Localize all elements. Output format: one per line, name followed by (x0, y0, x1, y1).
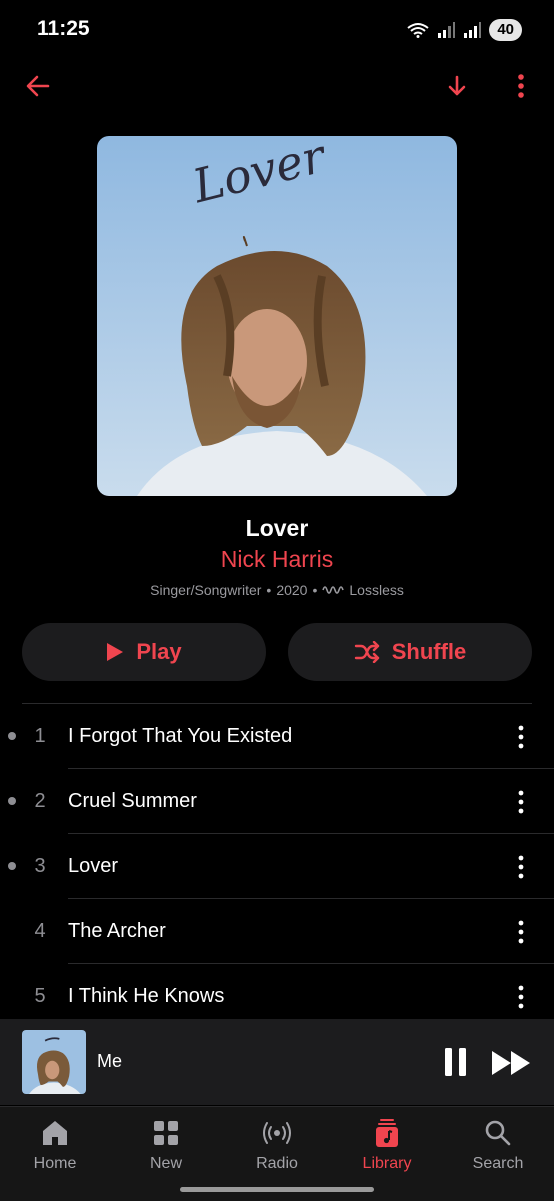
status-time: 11:25 (37, 17, 90, 40)
more-vertical-icon[interactable] (514, 985, 528, 1009)
home-indicator (180, 1187, 374, 1192)
play-icon (107, 643, 124, 661)
lossless-icon (322, 586, 345, 594)
meta-separator: • (266, 582, 272, 598)
played-dot-icon (8, 862, 16, 870)
shuffle-icon (354, 641, 379, 663)
track-title: Lover (68, 855, 119, 877)
track-row[interactable]: 4 The Archer (0, 899, 554, 964)
track-row[interactable]: 3 Lover (0, 834, 554, 899)
mini-player-artwork (22, 1030, 86, 1094)
tab-label: New (149, 1155, 182, 1172)
signal-icon (438, 22, 456, 38)
more-vertical-icon[interactable] (514, 790, 528, 814)
fast-forward-icon[interactable] (490, 1049, 534, 1077)
radio-icon (263, 1122, 291, 1144)
tab-search[interactable]: Search (443, 1117, 553, 1173)
tab-home[interactable]: Home (0, 1117, 110, 1173)
pause-icon[interactable] (443, 1047, 469, 1077)
arrow-down-icon[interactable] (444, 72, 470, 100)
battery-indicator: 40 (489, 19, 522, 41)
track-number: 1 (34, 725, 46, 747)
library-icon (376, 1119, 398, 1147)
tab-library[interactable]: Library (332, 1117, 442, 1173)
shuffle-label: Shuffle (391, 639, 467, 664)
wifi-icon (407, 23, 429, 38)
tab-label: Home (33, 1155, 77, 1172)
track-title: I Forgot That You Existed (68, 725, 293, 747)
mini-player[interactable]: Me (0, 1019, 554, 1105)
album-artist-link[interactable]: Nick Harris (0, 546, 554, 573)
shuffle-button[interactable]: Shuffle (288, 623, 532, 681)
more-vertical-icon[interactable] (508, 72, 534, 100)
track-row[interactable]: 1 I Forgot That You Existed (0, 704, 554, 769)
track-number: 2 (34, 790, 46, 812)
play-button[interactable]: Play (22, 623, 266, 681)
grid-icon (154, 1121, 178, 1145)
more-vertical-icon[interactable] (514, 920, 528, 944)
home-icon (43, 1121, 67, 1145)
tab-label: Search (472, 1155, 524, 1172)
played-dot-icon (8, 797, 16, 805)
meta-separator: • (312, 582, 318, 598)
track-title: The Archer (68, 920, 166, 942)
album-artwork: Lover (97, 136, 457, 496)
album-title: Lover (245, 515, 309, 541)
arrow-left-icon[interactable] (24, 72, 52, 100)
top-nav (0, 60, 554, 110)
album-quality: Lossless (349, 582, 404, 598)
played-dot-icon (8, 732, 16, 740)
album-meta: Singer/Songwriter • 2020 • Lossless (0, 582, 554, 598)
more-vertical-icon[interactable] (514, 855, 528, 879)
tab-new[interactable]: New (111, 1117, 221, 1173)
tab-radio[interactable]: Radio (222, 1117, 332, 1173)
track-title: Cruel Summer (68, 790, 197, 812)
track-number: 4 (34, 920, 46, 942)
status-bar: 11:25 40 (0, 0, 554, 60)
tab-label: Library (362, 1155, 412, 1172)
mini-player-title: Me (97, 1051, 123, 1071)
track-number: 3 (34, 855, 46, 877)
album-year: 2020 (276, 582, 308, 598)
play-label: Play (136, 639, 182, 664)
tab-label: Radio (256, 1155, 298, 1172)
track-row[interactable]: 2 Cruel Summer (0, 769, 554, 834)
more-vertical-icon[interactable] (514, 725, 528, 749)
album-genre: Singer/Songwriter (150, 582, 262, 598)
status-icons: 40 (407, 19, 522, 41)
track-number: 5 (34, 985, 46, 1007)
signal-icon (464, 22, 482, 38)
search-icon (485, 1120, 511, 1146)
track-title: I Think He Knows (68, 985, 225, 1007)
